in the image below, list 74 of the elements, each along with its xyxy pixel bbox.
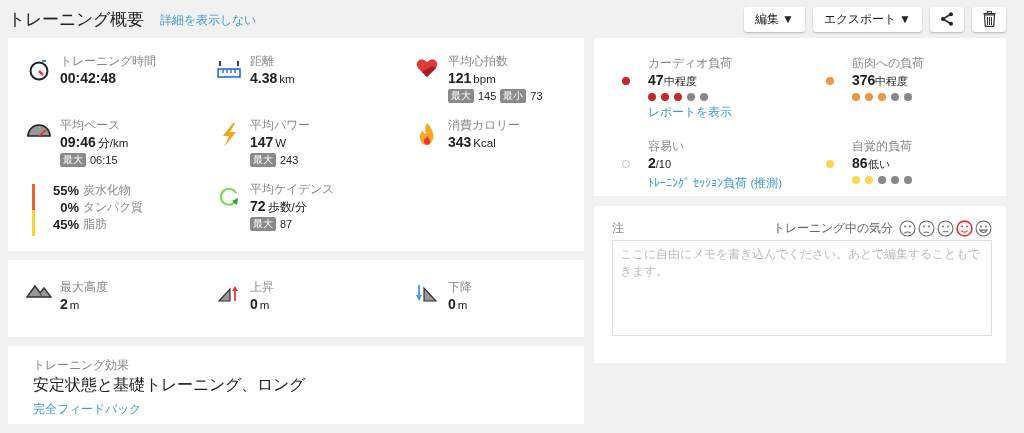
stat-value: 09:46分/km (60, 133, 129, 152)
ruler-icon (217, 58, 241, 80)
load-label: カーディオ負荷 (648, 56, 732, 71)
page-title: トレーニング概要 (8, 8, 144, 31)
macro-percent: 45% (51, 216, 79, 233)
load-label: 筋肉への負荷 (852, 56, 924, 71)
descent-icon (416, 284, 438, 302)
stat-value: 343 Kcal (448, 133, 497, 152)
tag: 最大 (60, 153, 86, 167)
load-value: 2/10 (648, 154, 673, 173)
stat-sub-value: 145 (478, 90, 497, 102)
stat-label: 平均心拍数 (448, 54, 509, 69)
smile-face-icon[interactable] (956, 220, 973, 237)
stat-value: 147W (250, 133, 288, 152)
stat-label: 最大高度 (60, 280, 108, 295)
ascent-icon (218, 284, 240, 302)
tag: 最大 (250, 153, 276, 167)
load-link[interactable]: レポートを表示 (648, 106, 732, 118)
stat-label: 平均ケイデンス (250, 182, 334, 197)
load-label: 容易い (648, 139, 685, 154)
tag: 最大 (448, 89, 474, 103)
stat-label: 上昇 (250, 280, 274, 295)
dropdown-button[interactable]: 編集 ▼ (743, 6, 805, 32)
stat-label: 平均パワー (250, 118, 310, 133)
stat-value: 0m (448, 295, 469, 314)
macro-percent: 55% (51, 182, 79, 199)
full-feedback-link[interactable]: 完全フィードバック (33, 403, 141, 415)
mood-label: トレーニング中の気分 (773, 221, 893, 236)
stat-sub-value: 87 (280, 218, 293, 230)
heart-icon (416, 58, 438, 78)
load-label: 自覚的負荷 (852, 139, 912, 154)
delete-button[interactable] (972, 6, 1006, 32)
stopwatch-icon (28, 58, 50, 82)
load-value: 86低い (852, 154, 891, 173)
frown-face-icon[interactable] (918, 220, 935, 237)
notes-label: 注 (612, 221, 624, 236)
stat-sub-value: 73 (530, 90, 543, 102)
sad-face-icon[interactable] (899, 220, 916, 237)
stat-sub-value: 243 (280, 154, 299, 166)
macro-label: タンパク質 (83, 199, 143, 216)
flame-icon (418, 122, 436, 146)
stat-value: 4.38 km (250, 69, 295, 88)
share-icon (940, 12, 954, 26)
tag: 最大 (250, 217, 276, 231)
stat-label: 平均ペース (60, 118, 121, 133)
stat-sub-value: 06:15 (90, 154, 118, 166)
stat-value: 2m (60, 295, 81, 314)
stat-label: 距離 (250, 54, 275, 69)
macro-label: 脂肪 (83, 216, 107, 233)
stat-value: 00:42:48 (60, 69, 118, 87)
hide-details-link[interactable]: 詳細を表示しない (160, 12, 256, 28)
stat-label: 下降 (448, 280, 472, 295)
training-effect-value: 安定状態と基礎トレーニング、ロング (33, 375, 306, 395)
tag: 最小 (500, 89, 527, 103)
neutral-face-icon[interactable] (937, 220, 954, 237)
stat-value: 0m (250, 295, 271, 314)
stat-value: 121 bpm (448, 69, 497, 88)
dropdown-button[interactable]: エクスポート ▼ (812, 6, 922, 32)
stat-value: 72 歩数/分 (250, 197, 308, 216)
cadence-icon (218, 186, 240, 208)
mountains-icon (26, 284, 52, 298)
grin-face-icon[interactable] (975, 220, 992, 237)
notes-field[interactable]: ここに自由にメモを書き込んでください。あとで編集することもできます。 (612, 240, 992, 336)
load-value: 47中程度 (648, 71, 698, 90)
trash-icon (982, 11, 996, 27)
load-value: 376中程度 (852, 71, 910, 90)
macro-percent: 0% (59, 199, 79, 216)
gauge-icon (26, 122, 52, 138)
macro-label: 炭水化物 (83, 182, 131, 199)
load-link[interactable]: ﾄﾚｰﾆﾝｸﾞ ｾｯｼｮﾝ負荷 (推測) (648, 177, 783, 189)
stat-label: トレーニング時間 (60, 54, 156, 69)
training-effect-label: トレーニング効果 (33, 358, 130, 373)
stat-label: 消費カロリー (448, 118, 520, 133)
share-button[interactable] (930, 6, 964, 32)
